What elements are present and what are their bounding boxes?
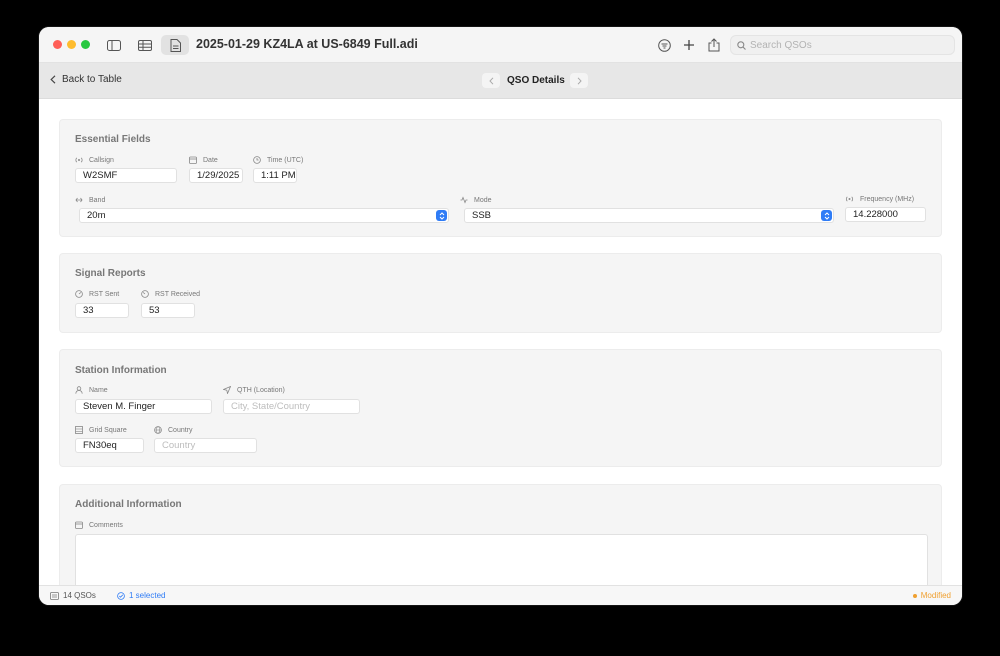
modified-indicator: Modified xyxy=(912,591,951,600)
location-arrow-icon xyxy=(223,386,231,394)
previous-qso-button[interactable] xyxy=(482,73,500,88)
band-icon xyxy=(75,197,83,203)
title-bar: 2025-01-29 KZ4LA at US-6849 Full.adi xyxy=(39,27,962,63)
filter-icon xyxy=(657,38,671,52)
date-label: Date xyxy=(189,156,218,164)
back-label: Back to Table xyxy=(62,74,122,85)
app-window: 2025-01-29 KZ4LA at US-6849 Full.adi Bac… xyxy=(39,27,962,605)
detail-content: Essential Fields Callsign W2SMF Date 1/2… xyxy=(39,99,962,585)
grid-square-label: Grid Square xyxy=(75,426,127,434)
antenna-icon xyxy=(75,157,83,163)
country-field[interactable] xyxy=(154,438,257,453)
detail-nav-bar: Back to Table QSO Details xyxy=(39,63,962,99)
name-label: Name xyxy=(75,386,108,394)
list-icon xyxy=(50,591,59,600)
chevron-up-down-icon xyxy=(824,211,829,220)
note-icon xyxy=(75,521,83,529)
date-field[interactable]: 1/29/2025 xyxy=(189,168,243,183)
section-title: Additional Information xyxy=(75,499,182,510)
frequency-field[interactable]: 14.228000 xyxy=(845,207,926,222)
selection-count: 1 selected xyxy=(117,591,165,600)
callsign-label: Callsign xyxy=(75,156,114,164)
chevron-up-down-icon xyxy=(439,211,444,220)
window-title: 2025-01-29 KZ4LA at US-6849 Full.adi xyxy=(196,37,418,51)
status-bar: 14 QSOs 1 selected Modified xyxy=(39,585,962,605)
chevron-left-icon xyxy=(50,75,56,84)
chevron-left-icon xyxy=(488,76,493,85)
table-view-button[interactable] xyxy=(131,35,159,55)
additional-information-section: Additional Information Comments xyxy=(59,484,942,585)
gauge-icon xyxy=(75,290,83,298)
rst-sent-field[interactable]: 33 xyxy=(75,303,129,318)
checkmark-circle-icon xyxy=(117,591,125,600)
clock-icon xyxy=(253,156,261,164)
signal-reports-section: Signal Reports RST Sent 33 RST Received … xyxy=(59,253,942,333)
modified-dot-icon xyxy=(912,593,917,598)
globe-icon xyxy=(154,426,162,434)
person-icon xyxy=(75,386,83,394)
chevron-right-icon xyxy=(577,76,582,85)
sidebar-toggle-button[interactable] xyxy=(100,35,128,55)
grid-square-field[interactable]: FN30eq xyxy=(75,438,144,453)
back-to-table-button[interactable]: Back to Table xyxy=(50,74,122,85)
band-select-value: 20m xyxy=(87,210,106,221)
section-title: Station Information xyxy=(75,365,167,376)
comments-field[interactable] xyxy=(75,534,928,585)
search-icon xyxy=(737,40,746,50)
frequency-label: Frequency (MHz) xyxy=(845,195,914,203)
band-select[interactable]: 20m xyxy=(79,208,449,223)
rst-received-field[interactable]: 53 xyxy=(141,303,195,318)
time-label: Time (UTC) xyxy=(253,156,303,164)
next-qso-button[interactable] xyxy=(570,73,588,88)
qth-field[interactable] xyxy=(223,399,360,414)
name-field[interactable]: Steven M. Finger xyxy=(75,399,212,414)
gauge-icon xyxy=(141,290,149,298)
band-select-stepper[interactable] xyxy=(436,210,447,221)
comments-label: Comments xyxy=(75,521,123,529)
band-label: Band xyxy=(75,196,105,204)
calendar-icon xyxy=(189,156,197,164)
section-title: Essential Fields xyxy=(75,134,151,145)
station-information-section: Station Information Name Steven M. Finge… xyxy=(59,349,942,467)
close-window-button[interactable] xyxy=(53,40,62,49)
detail-view-button[interactable] xyxy=(161,35,189,55)
qso-count: 14 QSOs xyxy=(50,591,96,600)
search-input[interactable] xyxy=(750,39,940,51)
mode-select-value: SSB xyxy=(472,210,492,221)
mode-select[interactable]: SSB xyxy=(464,208,834,223)
mode-select-stepper[interactable] xyxy=(821,210,832,221)
essential-fields-section: Essential Fields Callsign W2SMF Date 1/2… xyxy=(59,119,942,237)
page-title: QSO Details xyxy=(507,75,565,86)
share-icon xyxy=(708,38,720,52)
document-icon xyxy=(170,38,181,52)
share-button[interactable] xyxy=(700,35,728,55)
filter-button[interactable] xyxy=(650,35,678,55)
radio-waves-icon xyxy=(845,196,854,202)
mode-label: Mode xyxy=(460,196,492,204)
grid-icon xyxy=(75,426,83,434)
table-icon xyxy=(138,39,152,51)
waveform-icon xyxy=(460,196,468,204)
rst-received-label: RST Received xyxy=(141,290,200,298)
time-field[interactable]: 1:11 PM xyxy=(253,168,297,183)
callsign-field[interactable]: W2SMF xyxy=(75,168,177,183)
add-qso-button[interactable] xyxy=(675,35,703,55)
sidebar-icon xyxy=(107,39,121,51)
search-field[interactable] xyxy=(730,35,955,55)
plus-icon xyxy=(684,40,694,50)
country-label: Country xyxy=(154,426,193,434)
rst-sent-label: RST Sent xyxy=(75,290,119,298)
zoom-window-button[interactable] xyxy=(81,40,90,49)
qth-label: QTH (Location) xyxy=(223,386,285,394)
section-title: Signal Reports xyxy=(75,268,146,279)
minimize-window-button[interactable] xyxy=(67,40,76,49)
